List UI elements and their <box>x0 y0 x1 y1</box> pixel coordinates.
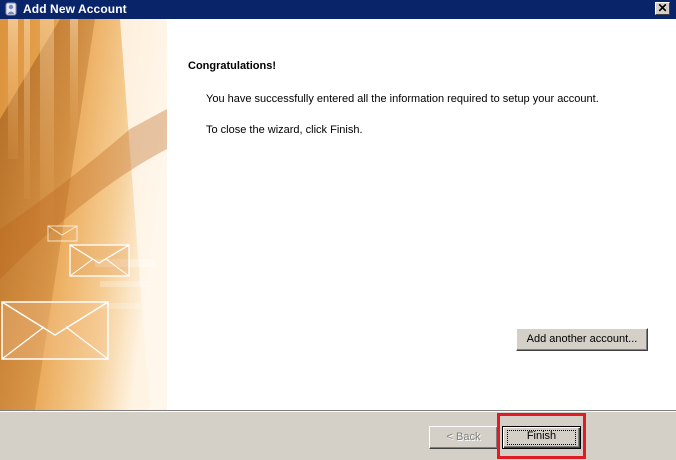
footer-separator <box>0 410 676 412</box>
add-another-account-button[interactable]: Add another account... <box>516 328 648 351</box>
back-button[interactable]: < Back <box>429 426 498 449</box>
congratulations-heading: Congratulations! <box>188 60 276 72</box>
add-new-account-dialog: Add New Account ✕ Congratulations! You h… <box>0 0 676 460</box>
close-icon: ✕ <box>657 1 668 15</box>
envelope-icon-medium <box>69 244 130 277</box>
close-button[interactable]: ✕ <box>655 2 670 15</box>
success-message: You have successfully entered all the in… <box>206 93 599 105</box>
window-title: Add New Account <box>23 2 127 16</box>
outlook-account-icon <box>5 2 17 16</box>
finish-button[interactable]: Finish <box>502 426 581 449</box>
close-instruction: To close the wizard, click Finish. <box>206 124 363 136</box>
wizard-banner-image <box>0 19 167 410</box>
title-bar[interactable]: Add New Account ✕ <box>0 0 676 19</box>
wizard-content-panel: Congratulations! You have successfully e… <box>167 19 676 410</box>
envelope-icon-large <box>1 301 109 360</box>
finish-button-label: Finish <box>526 430 557 442</box>
